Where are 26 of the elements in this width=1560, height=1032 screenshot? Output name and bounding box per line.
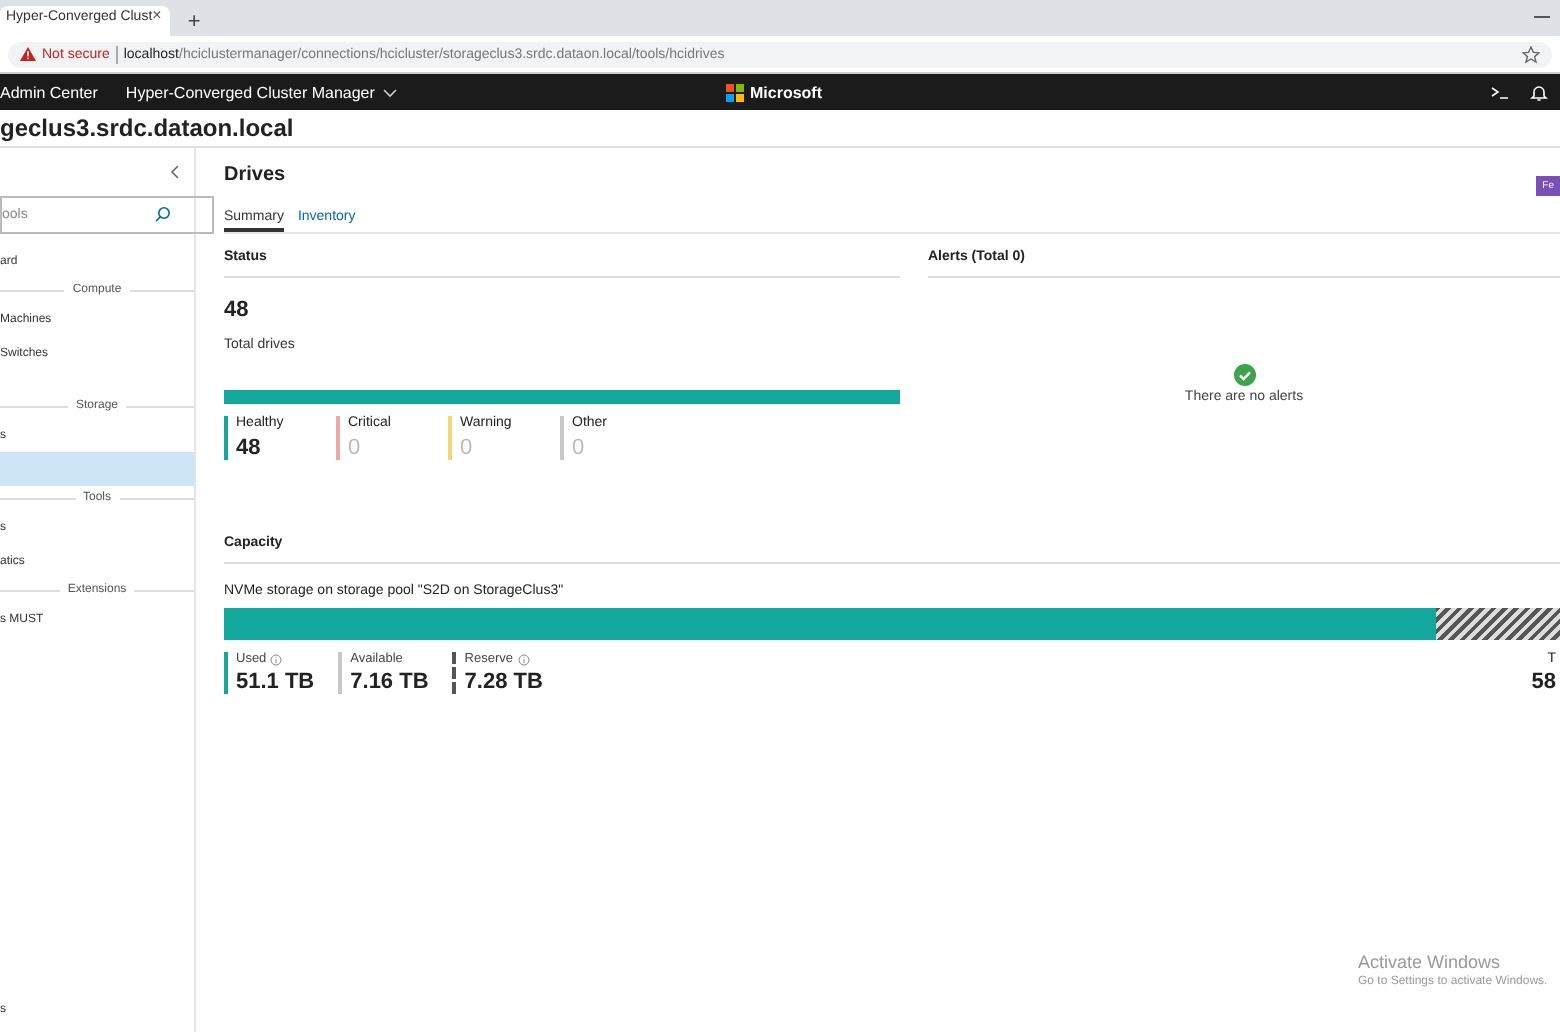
tool-menu[interactable]: Hyper-Converged Cluster Manager (125, 83, 399, 101)
activation-notice-title: Activate Windows (1358, 952, 1503, 972)
check-icon (1233, 364, 1255, 386)
legend-value: 7.16 TB (350, 670, 429, 694)
legend-count: 0 (460, 436, 475, 460)
new-tab-button[interactable]: + (181, 8, 207, 36)
legend-value: 58 (1531, 670, 1556, 694)
logo-squares-icon (726, 83, 744, 101)
legend-count: 0 (348, 436, 363, 460)
product-name: Admin Center (0, 83, 98, 101)
terminal-icon[interactable] (1490, 83, 1510, 101)
warning-icon (20, 46, 36, 62)
legend-value: 7.28 TB (464, 670, 543, 694)
chevron-down-icon (382, 85, 399, 99)
legend-value: 51.1 TB (236, 670, 315, 694)
search-icon (154, 206, 170, 222)
bell-icon[interactable] (1530, 83, 1548, 101)
collapse-icon[interactable] (168, 164, 182, 180)
brand-logo: Microsoft (726, 83, 822, 101)
legend-count: 0 (572, 436, 587, 460)
legend-count: 48 (236, 436, 263, 460)
total-count: 48 (224, 298, 251, 322)
connection-title: geclus3.srdc.dataon.local (0, 112, 294, 146)
star-icon[interactable] (1522, 45, 1540, 63)
page-title: Drives (224, 164, 286, 186)
tab-close-button[interactable]: × (152, 6, 162, 24)
